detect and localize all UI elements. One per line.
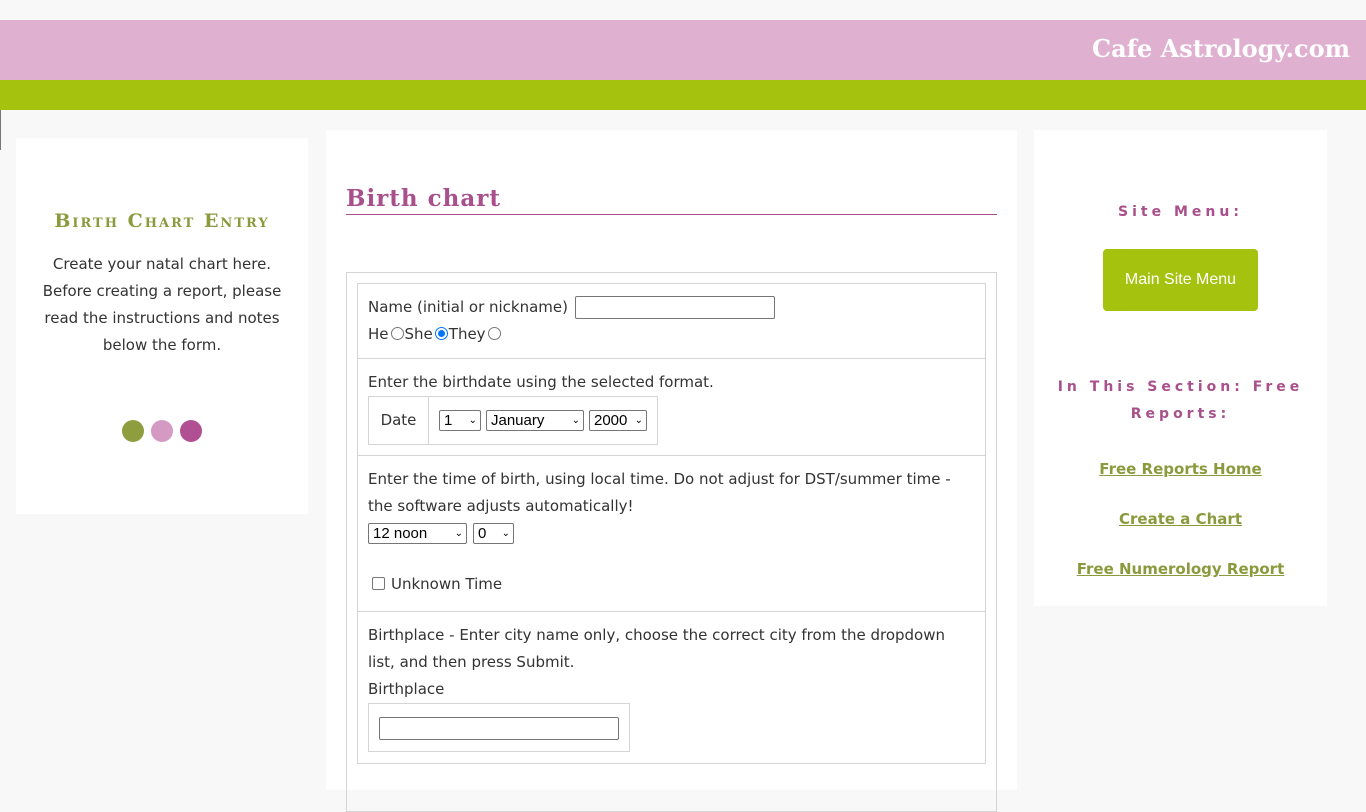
- left-sidebar: Birth Chart Entry Create your natal char…: [16, 138, 308, 514]
- hour-select[interactable]: 12 noon ⌄: [368, 523, 467, 544]
- pronoun-she-radio[interactable]: [434, 326, 448, 340]
- unknown-time-checkbox[interactable]: [372, 576, 385, 590]
- date-table: Date 1 ⌄ January ⌄ 2000 ⌄: [368, 396, 658, 445]
- name-label: Name (initial or nickname): [368, 298, 569, 316]
- birthplace-row: Birthplace - Enter city name only, choos…: [358, 612, 985, 764]
- chevron-down-icon: ⌄: [501, 528, 510, 539]
- name-input[interactable]: [574, 296, 775, 319]
- sidebar-description: Create your natal chart here. Before cre…: [42, 255, 282, 354]
- day-value: 1: [444, 412, 453, 429]
- birthdate-instruction: Enter the birthdate using the selected f…: [368, 373, 714, 391]
- pronoun-they-radio[interactable]: [487, 326, 501, 340]
- birthplace-instruction: Birthplace - Enter city name only, choos…: [368, 626, 945, 671]
- chevron-down-icon: ⌄: [454, 528, 463, 539]
- page-title: Birth chart: [346, 184, 997, 215]
- minute-select[interactable]: 0 ⌄: [473, 523, 514, 544]
- free-numerology-report-link[interactable]: Free Numerology Report: [1034, 560, 1327, 578]
- chevron-down-icon: ⌄: [634, 415, 643, 426]
- text-cursor: [0, 110, 1, 150]
- date-label: Date: [369, 397, 429, 444]
- birthplace-table: [368, 703, 630, 752]
- decorative-dots: [16, 420, 308, 442]
- birthplace-input[interactable]: [379, 717, 619, 740]
- birth-time-row: Enter the time of birth, using local tim…: [358, 456, 985, 612]
- time-selects: 12 noon ⌄ 0 ⌄: [368, 523, 975, 544]
- top-strip: [0, 0, 1366, 20]
- pronoun-he-label: He: [368, 325, 389, 343]
- dot-magenta-icon: [180, 420, 202, 442]
- main-site-menu-button[interactable]: Main Site Menu: [1103, 249, 1258, 311]
- year-value: 2000: [594, 412, 628, 429]
- month-value: January: [491, 412, 545, 429]
- birthplace-label: Birthplace: [368, 680, 445, 698]
- sidebar-title: Birth Chart Entry: [54, 210, 270, 232]
- pronoun-he-radio[interactable]: [390, 326, 404, 340]
- month-select[interactable]: January ⌄: [486, 410, 584, 431]
- main-content: Birth chart Name (initial or nickname) H…: [326, 130, 1017, 812]
- birth-chart-form: Name (initial or nickname) He She They Ent…: [346, 272, 997, 812]
- site-header: Cafe Astrology.com: [0, 20, 1366, 80]
- right-sidebar: Site Menu: Main Site Menu In This Sectio…: [1034, 130, 1327, 606]
- chevron-down-icon: ⌄: [571, 415, 580, 426]
- create-a-chart-link[interactable]: Create a Chart: [1034, 510, 1327, 528]
- nav-bar: [0, 80, 1366, 110]
- site-logo-link[interactable]: Cafe Astrology.com: [1092, 34, 1350, 63]
- form-table: Name (initial or nickname) He She They Ent…: [357, 283, 986, 764]
- unknown-time-field: Unknown Time: [368, 571, 975, 598]
- chevron-down-icon: ⌄: [468, 415, 477, 426]
- day-select[interactable]: 1 ⌄: [439, 410, 481, 431]
- site-menu-heading: Site Menu:: [1118, 204, 1243, 220]
- date-selects: 1 ⌄ January ⌄ 2000 ⌄: [429, 397, 657, 444]
- minute-value: 0: [478, 525, 487, 542]
- unknown-time-label: Unknown Time: [391, 575, 503, 593]
- pronoun-they-label: They: [448, 325, 486, 343]
- time-instruction: Enter the time of birth, using local tim…: [368, 470, 951, 515]
- pronoun-she-label: She: [404, 325, 433, 343]
- year-select[interactable]: 2000 ⌄: [589, 410, 647, 431]
- dot-green-icon: [122, 420, 144, 442]
- name-row: Name (initial or nickname) He She They: [358, 284, 985, 359]
- dot-pink-icon: [151, 420, 173, 442]
- section-heading: In This Section: Free Reports:: [1057, 379, 1304, 422]
- hour-value: 12 noon: [373, 525, 428, 542]
- free-reports-home-link[interactable]: Free Reports Home: [1034, 460, 1327, 478]
- birthdate-row: Enter the birthdate using the selected f…: [358, 359, 985, 456]
